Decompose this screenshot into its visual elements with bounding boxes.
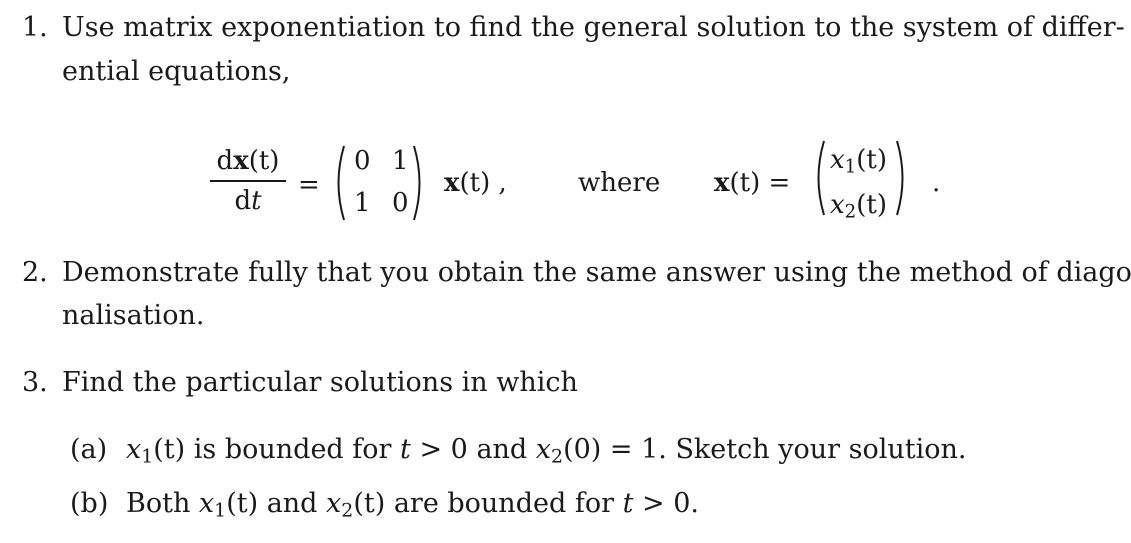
left-paren <box>332 145 346 221</box>
fraction-denominator: dt <box>234 185 262 216</box>
matrix-cell-0-0: 0 <box>354 146 371 176</box>
fraction-numerator: dx(t) <box>216 146 280 176</box>
equation-period: . <box>932 168 941 198</box>
problem-1-number: 1. <box>22 12 48 43</box>
vector-left-paren <box>812 140 826 216</box>
subitem-b-label: (b) <box>70 488 109 519</box>
vector-right-paren <box>895 140 909 216</box>
matrix-cell-1-0: 1 <box>354 188 371 218</box>
problem-2-text-line2: nalisation. <box>62 300 205 331</box>
state-vector: x(t) , <box>444 168 507 198</box>
subitem-b-text: Both x1(t) and x2(t) are bounded for t >… <box>126 488 699 522</box>
problem-1-text-line2: ential equations, <box>62 56 291 87</box>
where-text: where <box>578 168 661 198</box>
problem-3-number: 3. <box>22 367 48 398</box>
derivative-fraction: dx(t) dt <box>210 146 286 216</box>
problem-1-text-line1: Use matrix exponentiation to find the ge… <box>62 12 1125 43</box>
matrix-cell-0-1: 1 <box>392 146 409 176</box>
matrix-cell-1-1: 0 <box>392 188 409 218</box>
problem-2-text-line1: Demonstrate fully that you obtain the sa… <box>62 257 1131 288</box>
subitem-a-label: (a) <box>70 434 108 465</box>
vector-component-1: x1(t) <box>830 145 887 178</box>
problem-2-number: 2. <box>22 257 48 288</box>
vector-component-2: x2(t) <box>830 190 887 223</box>
right-paren <box>412 145 426 221</box>
equals-sign: = <box>298 170 320 200</box>
problem-3-text: Find the particular solutions in which <box>62 367 578 398</box>
subitem-a-text: x1(t) is bounded for t > 0 and x2(0) = 1… <box>126 434 967 468</box>
vector-definition: x(t) = <box>714 168 791 198</box>
